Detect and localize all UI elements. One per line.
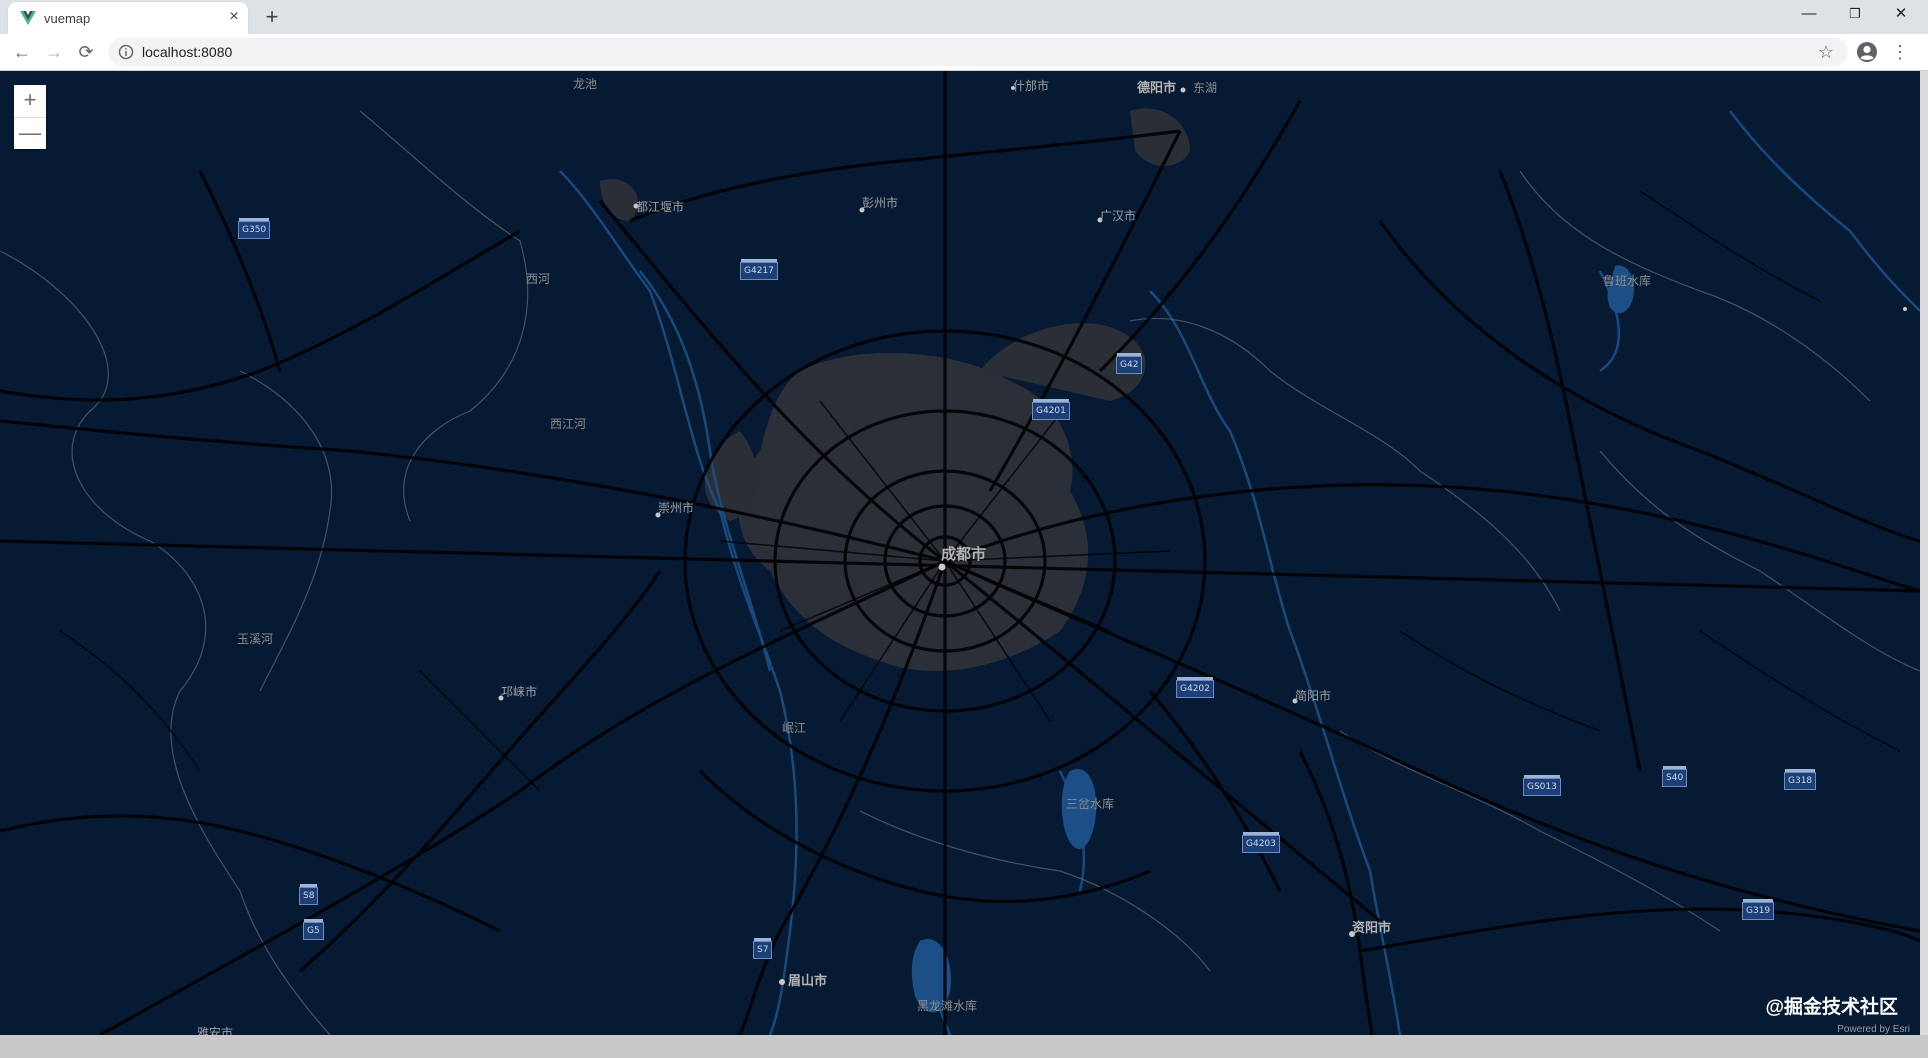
map-label-sanchashuiku: 三岔水库 — [1066, 797, 1115, 811]
map-label-guanghan: 广汉市 — [1100, 209, 1137, 223]
esri-attribution[interactable]: Powered by Esri — [1837, 1024, 1910, 1035]
highway-shield-g42: G42 — [1116, 353, 1143, 374]
map-label-ziyang: 资阳市 — [1352, 920, 1392, 935]
restore-button[interactable]: ❐ — [1832, 0, 1878, 30]
tab-title: vuemap — [44, 11, 91, 26]
page-scrollbar[interactable] — [1920, 71, 1928, 1035]
minimize-button[interactable]: — — [1786, 0, 1832, 30]
map-label-pengzhou: 彭州市 — [862, 196, 899, 210]
zoom-in-button[interactable]: + — [14, 85, 46, 118]
bookmark-star-icon[interactable]: ☆ — [1818, 42, 1834, 63]
watermark: @掘金技术社区 — [1765, 997, 1898, 1018]
map-label-heilongtan: 黑龙滩水库 — [917, 999, 978, 1013]
highway-shield-g4202: G4202 — [1176, 677, 1214, 698]
map-label-donghu: 东湖 — [1193, 81, 1218, 95]
highway-shield-g4201: G4201 — [1032, 399, 1070, 420]
map-label-minjiang: 岷江 — [782, 721, 807, 735]
profile-avatar-icon[interactable] — [1856, 41, 1878, 63]
vue-logo-icon — [20, 11, 36, 25]
highway-shield-g4217: G4217 — [740, 259, 778, 280]
zoom-out-button[interactable]: — — [14, 118, 46, 150]
browser-menu-icon[interactable]: ⋮ — [1890, 38, 1910, 66]
map-label-xijianghe: 西江河 — [550, 417, 587, 431]
map-label-chengdu: 成都市 — [941, 546, 987, 563]
map-view[interactable]: + — 龙池 什邡市 德阳市 东湖 都江堰市 彭州市 广汉市 西河 鲁班水库 西… — [0, 71, 1920, 1035]
map-label-deyang: 德阳市 — [1137, 80, 1177, 95]
tab-vuemap[interactable]: vuemap × — [8, 2, 248, 34]
highway-shield-g5: G5 — [303, 919, 324, 940]
highway-shield-g319: G319 — [1742, 899, 1775, 920]
map-label-shifang: 什邡市 — [1013, 79, 1050, 93]
map-label-xihe: 西河 — [526, 272, 551, 286]
highway-shield-s8: S8 — [299, 884, 319, 905]
new-tab-button[interactable]: + — [260, 5, 284, 29]
map-label-chongzhou: 崇州市 — [658, 501, 695, 515]
address-bar[interactable]: localhost:8080 ☆ — [108, 38, 1848, 66]
highway-shield-s7: S7 — [753, 938, 773, 959]
highway-shield-gs013: GS013 — [1523, 775, 1561, 796]
taskbar-strip — [0, 1035, 1928, 1058]
map-label-longchi: 龙池 — [573, 77, 598, 91]
info-icon[interactable] — [118, 44, 134, 60]
map-label-qionglai: 邛崃市 — [501, 685, 538, 699]
map-label-jianyang: 简阳市 — [1295, 689, 1332, 703]
reload-button[interactable]: ⟳ — [72, 39, 100, 65]
browser-toolbar: ← → ⟳ localhost:8080 ☆ ⋮ — [0, 34, 1928, 71]
highway-shield-g350: G350 — [238, 218, 271, 239]
highway-shield-g318: G318 — [1784, 769, 1817, 790]
zoom-control: + — — [14, 85, 46, 149]
map-label-yuxihe: 玉溪河 — [237, 632, 274, 646]
back-button[interactable]: ← — [8, 39, 36, 65]
tab-strip: vuemap × + — ❐ ✕ — [0, 0, 1928, 34]
highway-shield-s40: S40 — [1662, 766, 1688, 787]
browser-window: vuemap × + — ❐ ✕ ← → ⟳ localhost:8080 ☆ … — [0, 0, 1928, 1058]
highway-shield-g4203: G4203 — [1242, 832, 1280, 853]
tab-close-icon[interactable]: × — [224, 7, 244, 27]
map-label-meishan: 眉山市 — [788, 973, 828, 988]
map-label-lubanshuiku: 鲁班水库 — [1603, 274, 1652, 288]
map-label-yaan: 雅安市 — [197, 1026, 234, 1035]
map-label-dujiangyan: 都江堰市 — [636, 200, 685, 214]
window-close-button[interactable]: ✕ — [1878, 0, 1924, 30]
forward-button[interactable]: → — [40, 39, 68, 65]
url-text[interactable]: localhost:8080 — [142, 44, 232, 60]
